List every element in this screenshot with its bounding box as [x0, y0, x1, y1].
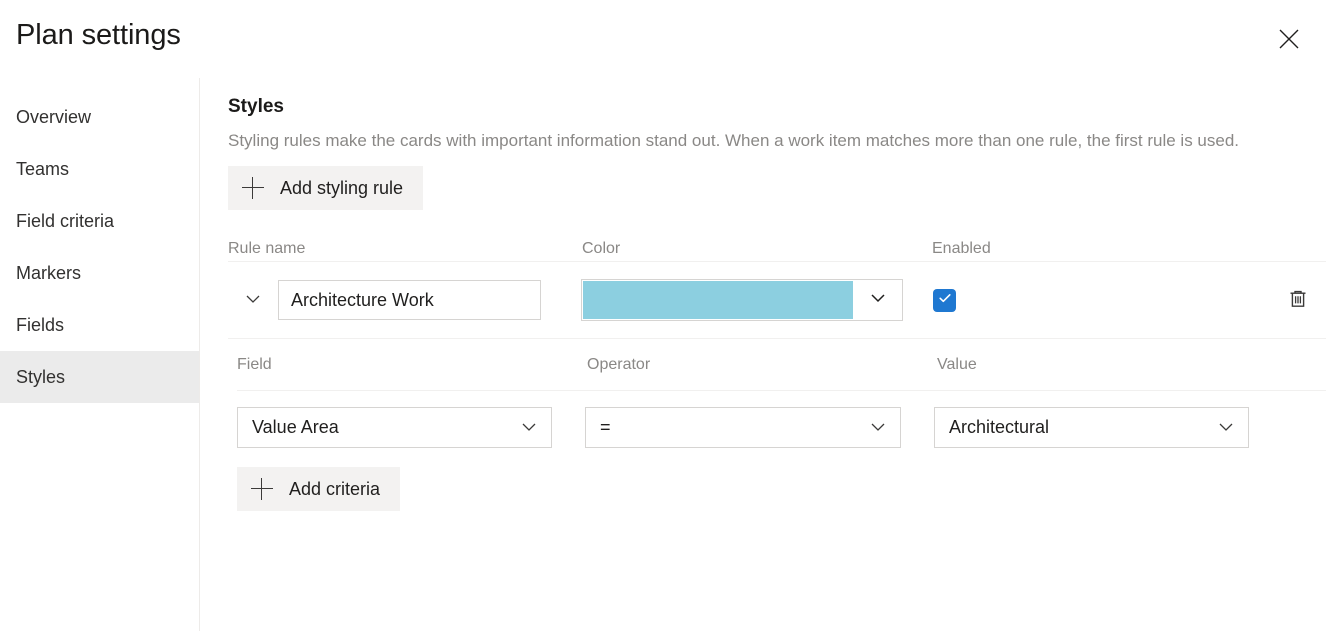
column-header-value: Value: [937, 355, 1237, 375]
chevron-down-icon: [243, 289, 263, 312]
column-header-field: Field: [237, 355, 587, 375]
trash-icon: [1286, 287, 1310, 314]
color-caret[interactable]: [854, 280, 902, 320]
add-styling-rule-label: Add styling rule: [280, 176, 403, 200]
sidebar-item-label: Styles: [16, 365, 65, 389]
table-row: [228, 262, 1326, 339]
field-dropdown[interactable]: Value Area: [237, 407, 552, 448]
chevron-down-icon: [1216, 417, 1236, 437]
styles-content: Styles Styling rules make the cards with…: [201, 78, 1326, 631]
criteria-block: Field Operator Value Value Area: [228, 339, 1326, 511]
table-header-row: Rule name Color Enabled: [228, 234, 1326, 262]
panel-header: Plan settings: [0, 0, 1326, 78]
checkmark-icon: [937, 290, 953, 311]
sidebar-item-label: Fields: [16, 313, 64, 337]
plus-icon: [251, 478, 273, 500]
sidebar-item-teams[interactable]: Teams: [0, 143, 199, 195]
add-criteria-label: Add criteria: [289, 477, 380, 501]
add-criteria-wrap: Add criteria: [237, 467, 1326, 511]
add-styling-rule-button[interactable]: Add styling rule: [228, 166, 423, 210]
sidebar-item-label: Overview: [16, 105, 91, 129]
sidebar-item-label: Teams: [16, 157, 69, 181]
expand-rule-toggle[interactable]: [236, 283, 270, 317]
operator-dropdown[interactable]: =: [585, 407, 901, 448]
plan-settings-panel: Plan settings Overview Teams Field crite…: [0, 0, 1326, 631]
sidebar: Overview Teams Field criteria Markers Fi…: [0, 78, 200, 631]
chevron-down-icon: [868, 417, 888, 437]
rule-color-picker[interactable]: [581, 279, 903, 321]
sidebar-item-markers[interactable]: Markers: [0, 247, 199, 299]
sidebar-item-field-criteria[interactable]: Field criteria: [0, 195, 199, 247]
chevron-down-icon: [519, 417, 539, 437]
close-icon: [1276, 26, 1302, 52]
plus-icon: [242, 177, 264, 199]
operator-dropdown-value: =: [600, 415, 860, 439]
sidebar-item-label: Field criteria: [16, 209, 114, 233]
column-header-color: Color: [582, 239, 932, 259]
page-title: Plan settings: [16, 15, 181, 55]
column-header-operator: Operator: [587, 355, 937, 375]
color-swatch: [583, 281, 853, 319]
column-header-enabled: Enabled: [932, 239, 1232, 259]
column-header-rule-name: Rule name: [228, 239, 582, 259]
add-criteria-button[interactable]: Add criteria: [237, 467, 400, 511]
sidebar-item-overview[interactable]: Overview: [0, 91, 199, 143]
criteria-header-row: Field Operator Value: [237, 339, 1326, 391]
sidebar-item-fields[interactable]: Fields: [0, 299, 199, 351]
section-description: Styling rules make the cards with import…: [228, 128, 1306, 154]
field-dropdown-value: Value Area: [252, 415, 511, 439]
sidebar-item-label: Markers: [16, 261, 81, 285]
value-dropdown-value: Architectural: [949, 415, 1208, 439]
rule-name-input[interactable]: [278, 280, 541, 320]
close-button[interactable]: [1270, 20, 1308, 58]
delete-rule-button[interactable]: [1280, 282, 1316, 318]
criteria-row: Value Area =: [237, 391, 1326, 463]
value-dropdown[interactable]: Architectural: [934, 407, 1249, 448]
enabled-checkbox[interactable]: [933, 289, 956, 312]
sidebar-item-styles[interactable]: Styles: [0, 351, 199, 403]
chevron-down-icon: [868, 288, 888, 313]
section-title: Styles: [228, 94, 1326, 120]
styling-rules-table: Rule name Color Enabled: [228, 234, 1326, 511]
enabled-cell: [933, 289, 1233, 312]
